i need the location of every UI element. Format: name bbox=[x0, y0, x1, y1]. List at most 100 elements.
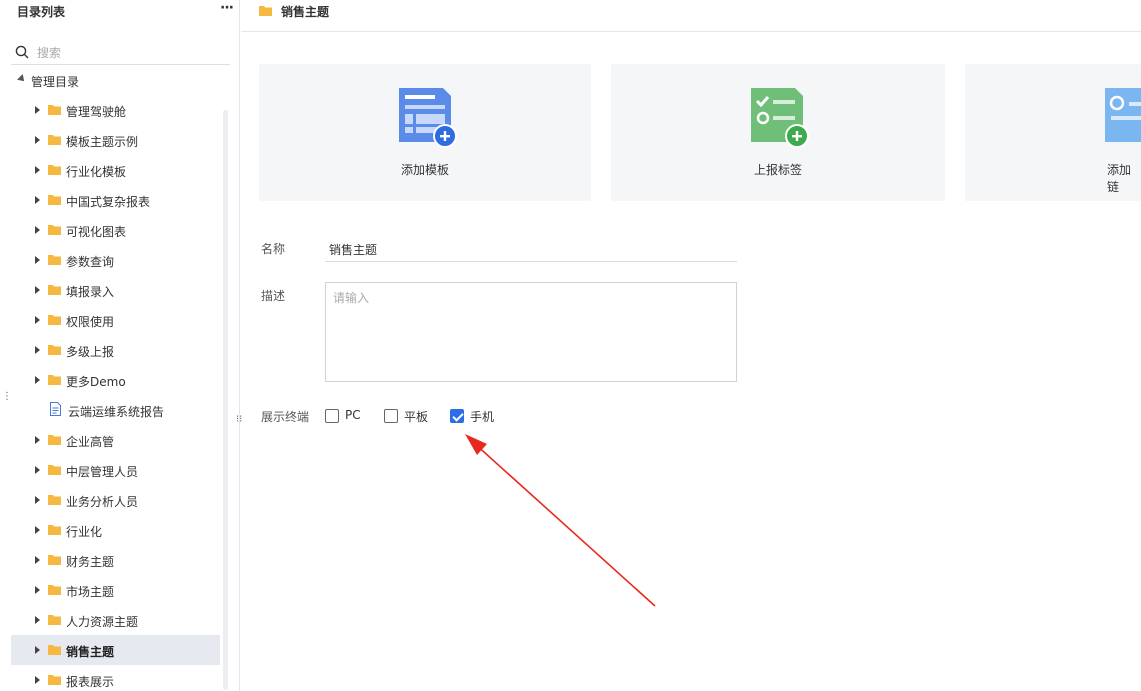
caret-right-icon[interactable] bbox=[35, 226, 40, 234]
mobile-checkbox-label[interactable]: 手机 bbox=[470, 408, 494, 425]
caret-right-icon[interactable] bbox=[35, 106, 40, 114]
tree-item[interactable]: 更多Demo bbox=[11, 365, 220, 395]
folder-icon bbox=[48, 255, 61, 265]
tree-item-label: 行业化模板 bbox=[66, 165, 127, 179]
folder-icon bbox=[48, 165, 61, 175]
tree-item[interactable]: 市场主题 bbox=[11, 575, 220, 605]
tree-item[interactable]: 模板主题示例 bbox=[11, 125, 220, 155]
tree-item[interactable]: 填报录入 bbox=[11, 275, 220, 305]
caret-down-icon[interactable] bbox=[17, 74, 27, 84]
search-icon bbox=[15, 45, 29, 59]
tree-item[interactable]: 中层管理人员 bbox=[11, 455, 220, 485]
tree-item[interactable]: 行业化 bbox=[11, 515, 220, 545]
folder-icon bbox=[48, 525, 61, 535]
folder-icon bbox=[48, 225, 61, 235]
name-field[interactable]: 销售主题 bbox=[325, 236, 737, 262]
add-template-icon bbox=[399, 88, 457, 148]
directory-tree: 管理驾驶舱 模板主题示例 行业化模板 中国式复杂报表 可视化图表 参数查询 填报… bbox=[11, 95, 220, 691]
main-header: 销售主题 bbox=[241, 0, 1141, 32]
sidebar-scrollbar[interactable] bbox=[223, 110, 228, 690]
tree-item-label: 云端运维系统报告 bbox=[68, 405, 165, 419]
caret-right-icon[interactable] bbox=[35, 196, 40, 204]
report-tag-label: 上报标签 bbox=[753, 163, 802, 177]
caret-right-icon[interactable] bbox=[35, 136, 40, 144]
folder-icon bbox=[48, 315, 61, 325]
folder-icon bbox=[48, 345, 61, 355]
description-field[interactable]: 请输入 bbox=[325, 282, 737, 382]
tree-item[interactable]: 多级上报 bbox=[11, 335, 220, 365]
report-tag-icon bbox=[751, 88, 809, 148]
tree-item-label: 中层管理人员 bbox=[66, 465, 139, 479]
tree-item[interactable]: 企业高管 bbox=[11, 425, 220, 455]
add-template-label: 添加模板 bbox=[400, 163, 449, 177]
caret-right-icon[interactable] bbox=[35, 586, 40, 594]
tree-item[interactable]: 财务主题 bbox=[11, 545, 220, 575]
tree-item-label: 行业化 bbox=[66, 525, 103, 539]
tree-item-label: 业务分析人员 bbox=[66, 495, 139, 509]
tree-item[interactable]: 参数查询 bbox=[11, 245, 220, 275]
more-options-icon[interactable]: ··· bbox=[220, 0, 234, 16]
sidebar-header: 目录列表 ··· bbox=[0, 0, 240, 22]
add-link-card[interactable]: 添加链 bbox=[965, 64, 1141, 201]
tree-item-label: 财务主题 bbox=[66, 555, 115, 569]
folder-icon bbox=[48, 645, 61, 655]
caret-right-icon[interactable] bbox=[35, 646, 40, 654]
mobile-checkbox[interactable] bbox=[450, 409, 464, 423]
tree-item-label: 更多Demo bbox=[66, 375, 126, 389]
caret-right-icon[interactable] bbox=[35, 256, 40, 264]
caret-right-icon[interactable] bbox=[35, 286, 40, 294]
tree-item-label: 参数查询 bbox=[66, 255, 115, 269]
tree-item-label: 填报录入 bbox=[66, 285, 115, 299]
folder-icon bbox=[48, 675, 61, 685]
caret-right-icon[interactable] bbox=[35, 346, 40, 354]
add-template-card[interactable]: 添加模板 bbox=[259, 64, 591, 201]
folder-icon bbox=[48, 435, 61, 445]
tree-item[interactable]: 行业化模板 bbox=[11, 155, 220, 185]
tree-item[interactable]: 可视化图表 bbox=[11, 215, 220, 245]
caret-right-icon[interactable] bbox=[35, 466, 40, 474]
tree-item-label: 中国式复杂报表 bbox=[66, 195, 151, 209]
tree-item-label: 企业高管 bbox=[66, 435, 115, 449]
caret-right-icon[interactable] bbox=[35, 556, 40, 564]
caret-right-icon[interactable] bbox=[35, 496, 40, 504]
caret-right-icon[interactable] bbox=[35, 526, 40, 534]
main-panel: 销售主题 添加模板 上报标签 添加链 名称 销售主题 描述 请输入 展示终端 P… bbox=[241, 0, 1141, 691]
caret-right-icon[interactable] bbox=[35, 376, 40, 384]
folder-icon bbox=[48, 555, 61, 565]
sidebar-search[interactable]: 搜索 bbox=[11, 40, 230, 65]
tablet-checkbox-label[interactable]: 平板 bbox=[404, 408, 428, 425]
caret-right-icon[interactable] bbox=[35, 166, 40, 174]
search-input[interactable]: 搜索 bbox=[37, 44, 61, 61]
caret-right-icon[interactable] bbox=[35, 436, 40, 444]
directory-sidebar: 目录列表 ··· 搜索 管理目录 管理驾驶舱 模板主题示例 行业化模板 中国式复… bbox=[0, 0, 240, 691]
tree-item[interactable]: 中国式复杂报表 bbox=[11, 185, 220, 215]
tree-item[interactable]: 权限使用 bbox=[11, 305, 220, 335]
folder-icon bbox=[259, 6, 272, 16]
caret-right-icon[interactable] bbox=[35, 616, 40, 624]
tree-item[interactable]: 人力资源主题 bbox=[11, 605, 220, 635]
pc-checkbox[interactable] bbox=[325, 409, 339, 423]
page-title: 销售主题 bbox=[281, 5, 330, 19]
tree-item-selected[interactable]: 销售主题 bbox=[11, 635, 220, 665]
tree-item-report[interactable]: 云端运维系统报告 bbox=[11, 395, 220, 425]
caret-right-icon[interactable] bbox=[35, 676, 40, 684]
folder-icon bbox=[48, 465, 61, 475]
caret-right-icon[interactable] bbox=[35, 316, 40, 324]
tree-item-label: 模板主题示例 bbox=[66, 135, 139, 149]
pc-checkbox-label[interactable]: PC bbox=[345, 408, 361, 422]
tree-item[interactable]: 报表展示 bbox=[11, 665, 220, 691]
add-link-icon bbox=[1105, 88, 1141, 142]
tree-item-label: 销售主题 bbox=[66, 645, 115, 659]
sidebar-title: 目录列表 bbox=[17, 5, 66, 19]
drag-handle-icon[interactable]: ⋮ bbox=[2, 392, 12, 402]
folder-icon bbox=[48, 105, 61, 115]
report-tag-card[interactable]: 上报标签 bbox=[611, 64, 945, 201]
document-icon bbox=[50, 402, 61, 416]
folder-icon bbox=[48, 615, 61, 625]
tree-item[interactable]: 管理驾驶舱 bbox=[11, 95, 220, 125]
tree-item-label: 多级上报 bbox=[66, 345, 115, 359]
description-label: 描述 bbox=[261, 289, 286, 303]
folder-icon bbox=[48, 135, 61, 145]
tablet-checkbox[interactable] bbox=[384, 409, 398, 423]
tree-item[interactable]: 业务分析人员 bbox=[11, 485, 220, 515]
